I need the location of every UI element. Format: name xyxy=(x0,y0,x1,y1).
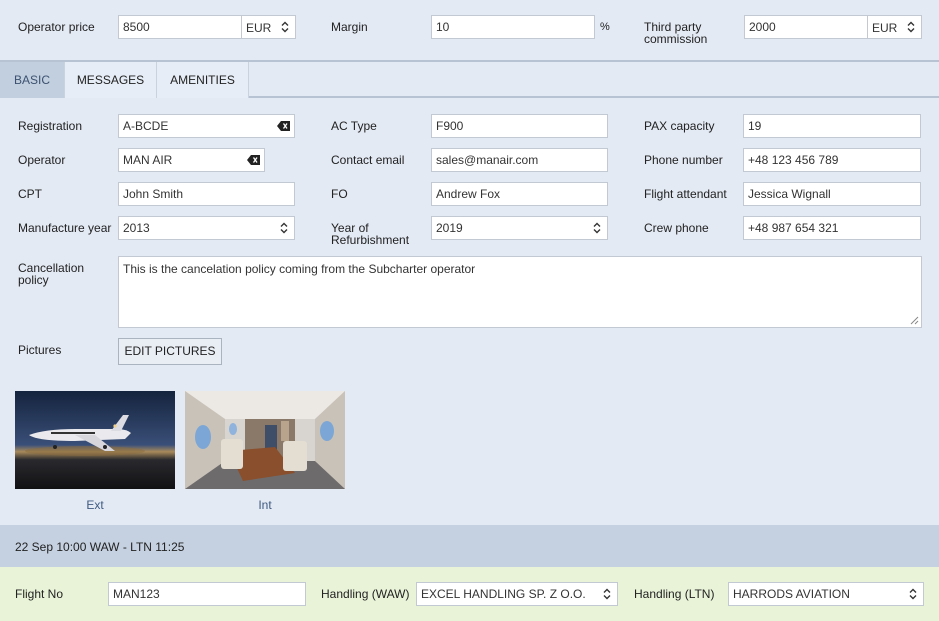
third-party-currency-value: EUR xyxy=(872,21,898,35)
edit-pictures-button[interactable]: EDIT PICTURES xyxy=(118,338,222,365)
crew-phone-label: Crew phone xyxy=(644,221,709,235)
chevron-updown-icon xyxy=(909,588,917,600)
cancellation-label-line2: policy xyxy=(18,273,49,287)
phone-number-input[interactable]: +48 123 456 789 xyxy=(743,148,921,172)
fo-label: FO xyxy=(331,187,348,201)
exterior-picture[interactable] xyxy=(15,391,175,489)
pictures-label: Pictures xyxy=(18,343,62,357)
cpt-label: CPT xyxy=(18,187,42,201)
tab-amenities[interactable]: AMENITIES xyxy=(157,62,249,98)
clear-input-icon[interactable] xyxy=(247,155,260,165)
interior-picture-caption: Int xyxy=(258,498,272,512)
flight-no-input[interactable]: MAN123 xyxy=(108,582,306,606)
chevron-updown-icon xyxy=(280,222,288,234)
phone-number-label: Phone number xyxy=(644,153,723,167)
cancellation-policy-text: This is the cancelation policy coming fr… xyxy=(123,262,476,276)
operator-price-input[interactable]: 8500 xyxy=(118,15,242,39)
handling-waw-value: EXCEL HANDLING SP. Z O.O. xyxy=(421,587,586,601)
handling-ltn-select[interactable]: HARRODS AVIATION xyxy=(728,582,924,606)
operator-value: MAN AIR xyxy=(123,153,173,167)
flight-attendant-input[interactable]: Jessica Wignall xyxy=(743,182,921,206)
ac-type-label: AC Type xyxy=(331,119,377,133)
fo-input[interactable]: Andrew Fox xyxy=(431,182,608,206)
tab-messages[interactable]: MESSAGES xyxy=(65,62,157,98)
flight-details-row: Flight No MAN123 Handling (WAW) EXCEL HA… xyxy=(0,567,939,621)
operator-price-label: Operator price xyxy=(18,20,95,34)
handling-waw-label: Handling (WAW) xyxy=(321,587,410,601)
handling-waw-select[interactable]: EXCEL HANDLING SP. Z O.O. xyxy=(416,582,618,606)
pax-capacity-label: PAX capacity xyxy=(644,119,715,133)
operator-input[interactable]: MAN AIR xyxy=(118,148,265,172)
flight-summary-bar[interactable]: 22 Sep 10:00 WAW - LTN 11:25 xyxy=(0,525,939,567)
flight-attendant-label: Flight attendant xyxy=(644,187,727,201)
third-party-commission-input[interactable]: 2000 xyxy=(744,15,868,39)
third-party-label-line2: commission xyxy=(644,32,708,46)
ac-type-input[interactable]: F900 xyxy=(431,114,608,138)
crew-phone-input[interactable]: +48 987 654 321 xyxy=(743,216,921,240)
contact-email-input[interactable]: sales@manair.com xyxy=(431,148,608,172)
chevron-updown-icon xyxy=(907,21,915,33)
tab-bar: BASIC MESSAGES AMENITIES xyxy=(0,60,939,98)
refurbishment-year-value: 2019 xyxy=(436,221,463,235)
operator-label: Operator xyxy=(18,153,66,167)
manufacture-year-select[interactable]: 2013 xyxy=(118,216,295,240)
contact-email-label: Contact email xyxy=(331,153,405,167)
margin-input[interactable]: 10 xyxy=(431,15,595,39)
manufacture-year-value: 2013 xyxy=(123,221,150,235)
flight-summary-text: 22 Sep 10:00 WAW - LTN 11:25 xyxy=(15,540,185,554)
chevron-updown-icon xyxy=(593,222,601,234)
registration-label: Registration xyxy=(18,119,83,133)
operator-price-currency-value: EUR xyxy=(246,21,272,35)
flight-no-label: Flight No xyxy=(15,587,64,601)
cpt-input[interactable]: John Smith xyxy=(118,182,295,206)
pax-capacity-input[interactable]: 19 xyxy=(743,114,921,138)
chevron-updown-icon xyxy=(281,21,289,33)
handling-ltn-label: Handling (LTN) xyxy=(634,587,715,601)
margin-unit: % xyxy=(600,21,610,33)
interior-picture[interactable] xyxy=(185,391,345,489)
registration-value: A-BCDE xyxy=(123,119,169,133)
third-party-currency-select[interactable]: EUR xyxy=(867,15,922,39)
registration-input[interactable]: A-BCDE xyxy=(118,114,295,138)
refurbishment-year-select[interactable]: 2019 xyxy=(431,216,608,240)
resize-handle-icon[interactable] xyxy=(910,316,919,325)
cancellation-policy-textarea[interactable]: This is the cancelation policy coming fr… xyxy=(118,256,922,328)
margin-label: Margin xyxy=(331,20,368,34)
exterior-picture-caption: Ext xyxy=(86,498,104,512)
manufacture-year-label: Manufacture year xyxy=(18,221,112,235)
refurbishment-label-line2: Refurbishment xyxy=(331,233,410,247)
operator-price-currency-select[interactable]: EUR xyxy=(241,15,296,39)
chevron-updown-icon xyxy=(603,588,611,600)
handling-ltn-value: HARRODS AVIATION xyxy=(733,587,850,601)
tab-basic[interactable]: BASIC xyxy=(0,62,65,98)
clear-input-icon[interactable] xyxy=(277,121,290,131)
